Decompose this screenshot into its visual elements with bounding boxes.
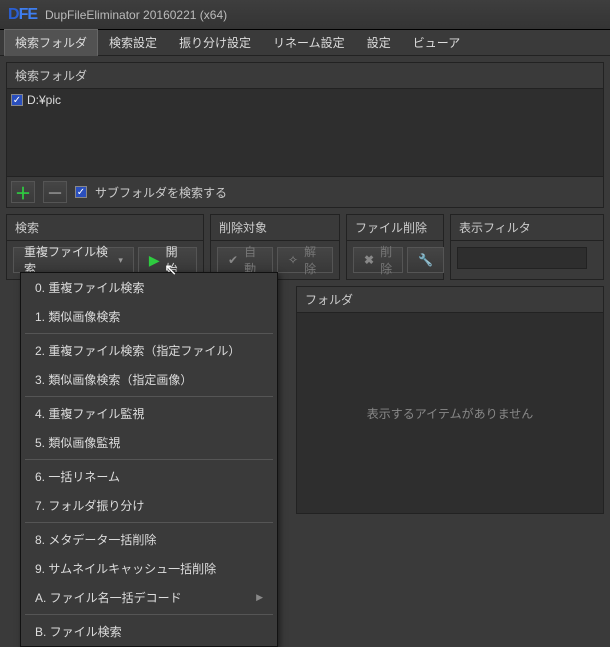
folder-list[interactable]: ✓ D:¥pic xyxy=(7,88,603,176)
menu-item[interactable]: 1. 類似画像検索 xyxy=(21,302,277,331)
menu-separator xyxy=(25,396,273,397)
search-folders-panel: 検索フォルダ ✓ D:¥pic ＋ － ✓ サブフォルダを検索する xyxy=(6,62,604,208)
uncheck-icon: ✧ xyxy=(288,253,298,267)
folder-row[interactable]: ✓ D:¥pic xyxy=(11,93,599,107)
tab-ビューア[interactable]: ビューア xyxy=(402,29,472,56)
menu-separator xyxy=(25,459,273,460)
tab-設定[interactable]: 設定 xyxy=(356,29,402,56)
tab-振り分け設定[interactable]: 振り分け設定 xyxy=(168,29,262,56)
start-search-button[interactable]: ▶ 開始 xyxy=(138,247,197,273)
add-folder-button[interactable]: ＋ xyxy=(11,181,35,203)
display-filter-section: 表示フィルタ xyxy=(450,214,604,280)
delete-target-title: 削除対象 xyxy=(211,215,339,241)
tab-検索設定[interactable]: 検索設定 xyxy=(98,29,168,56)
search-section-title: 検索 xyxy=(7,215,203,241)
action-sections: 検索 重複ファイル検索 ▾ ▶ 開始 削除対象 ✔自動 ✧解除 ファイル削除 ✖… xyxy=(6,214,604,280)
tab-リネーム設定[interactable]: リネーム設定 xyxy=(262,29,356,56)
remove-folder-button[interactable]: － xyxy=(43,181,67,203)
file-delete-section: ファイル削除 ✖削除 🔧 xyxy=(346,214,444,280)
search-folders-header: 検索フォルダ xyxy=(7,63,603,88)
top-tabs: 検索フォルダ検索設定振り分け設定リネーム設定設定ビューア xyxy=(0,30,610,56)
auto-mark-button[interactable]: ✔自動 xyxy=(217,247,273,273)
menu-item[interactable]: 8. メタデータ一括削除 xyxy=(21,525,277,554)
menu-item[interactable]: 4. 重複ファイル監視 xyxy=(21,399,277,428)
search-mode-dropdown[interactable]: 重複ファイル検索 ▾ xyxy=(13,247,134,273)
delete-settings-button[interactable]: 🔧 xyxy=(407,247,444,273)
folder-checkbox[interactable]: ✓ xyxy=(11,94,23,106)
menu-item[interactable]: 6. 一括リネーム xyxy=(21,462,277,491)
app-logo: DFE xyxy=(8,6,37,24)
x-icon: ✖ xyxy=(364,253,374,267)
file-delete-title: ファイル削除 xyxy=(347,215,443,241)
display-filter-title: 表示フィルタ xyxy=(451,215,603,241)
folder-path: D:¥pic xyxy=(27,93,61,107)
menu-item[interactable]: 2. 重複ファイル検索（指定ファイル） xyxy=(21,336,277,365)
chevron-down-icon: ▾ xyxy=(118,255,123,266)
menu-item[interactable]: 5. 類似画像監視 xyxy=(21,428,277,457)
window-title: DupFileEliminator 20160221 (x64) xyxy=(45,8,227,22)
tab-検索フォルダ[interactable]: 検索フォルダ xyxy=(4,29,98,56)
grid-column-folder[interactable]: フォルダ xyxy=(297,287,603,313)
minus-icon: － xyxy=(47,180,63,204)
check-icon: ✔ xyxy=(228,253,238,267)
wrench-icon: 🔧 xyxy=(418,253,433,267)
subfolder-label: サブフォルダを検索する xyxy=(95,184,227,201)
menu-item[interactable]: 7. フォルダ振り分け xyxy=(21,491,277,520)
search-mode-menu: 0. 重複ファイル検索1. 類似画像検索 2. 重複ファイル検索（指定ファイル）3… xyxy=(20,272,278,647)
delete-target-section: 削除対象 ✔自動 ✧解除 xyxy=(210,214,340,280)
grid-empty-message: 表示するアイテムがありません xyxy=(297,313,603,513)
titlebar: DFE DupFileEliminator 20160221 (x64) xyxy=(0,0,610,30)
unmark-button[interactable]: ✧解除 xyxy=(277,247,333,273)
menu-item[interactable]: 0. 重複ファイル検索 xyxy=(21,273,277,302)
display-filter-input[interactable] xyxy=(457,247,587,269)
menu-separator xyxy=(25,333,273,334)
plus-icon: ＋ xyxy=(15,180,31,204)
folder-controls: ＋ － ✓ サブフォルダを検索する xyxy=(7,176,603,207)
menu-item[interactable]: A. ファイル名一括デコード xyxy=(21,583,277,612)
menu-item[interactable]: 3. 類似画像検索（指定画像） xyxy=(21,365,277,394)
subfolder-checkbox[interactable]: ✓ xyxy=(75,186,87,198)
menu-item[interactable]: B. ファイル検索 xyxy=(21,617,277,646)
play-icon: ▶ xyxy=(149,252,160,269)
menu-separator xyxy=(25,522,273,523)
menu-item[interactable]: 9. サムネイルキャッシュ一括削除 xyxy=(21,554,277,583)
search-section: 検索 重複ファイル検索 ▾ ▶ 開始 xyxy=(6,214,204,280)
menu-separator xyxy=(25,614,273,615)
delete-button[interactable]: ✖削除 xyxy=(353,247,403,273)
